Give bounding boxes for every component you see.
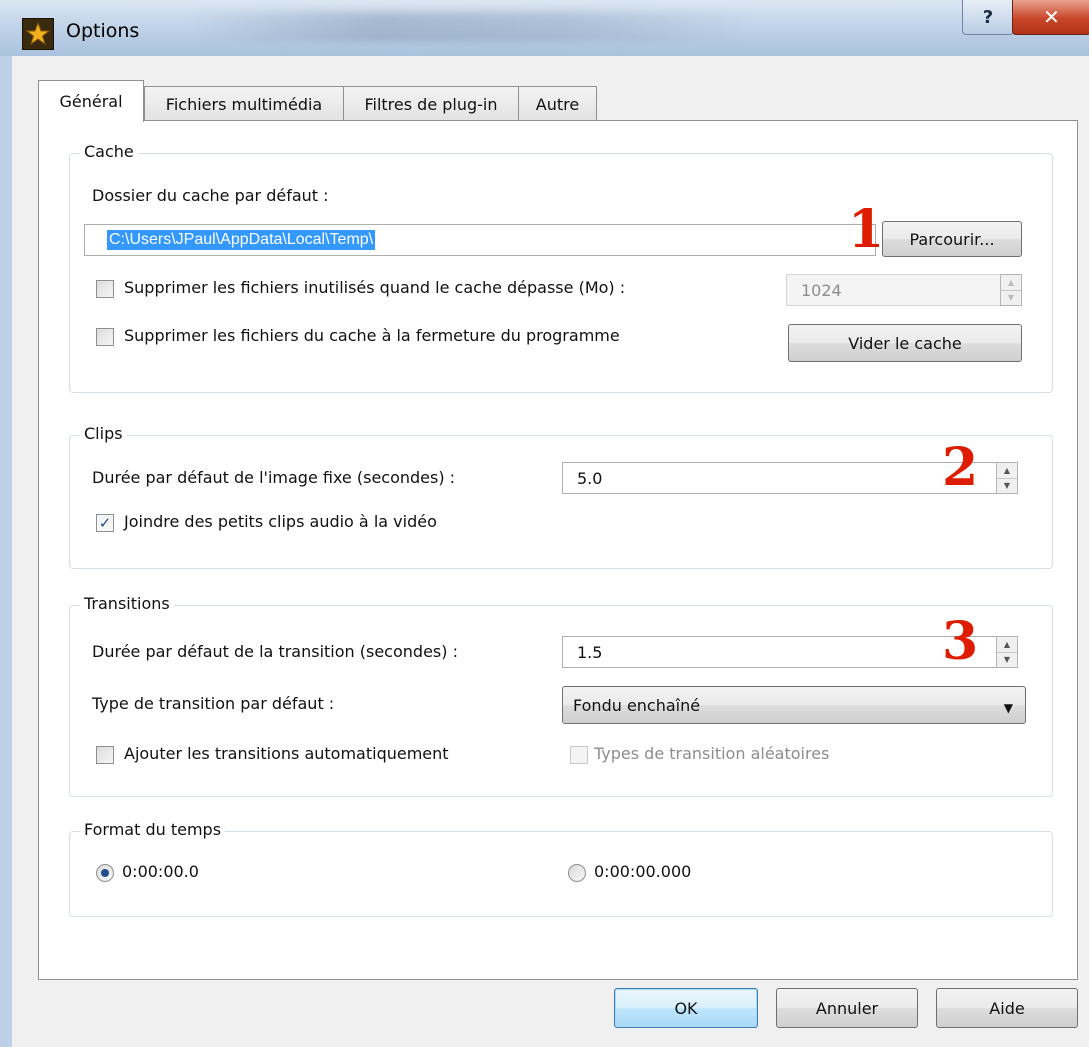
transition-type-value: Fondu enchaîné <box>573 695 701 715</box>
transitions-group-title: Transitions <box>80 594 174 613</box>
auto-transitions-label: Ajouter les transitions automatiquement <box>124 744 449 763</box>
app-star-icon <box>22 18 54 50</box>
time-format-option-2: 0:00:00.000 <box>594 862 692 881</box>
tab-plugin-filters[interactable]: Filtres de plug-in <box>343 86 519 121</box>
checkmark-icon: ✓ <box>98 513 112 532</box>
transitions-group: Transitions Durée par défaut de la trans… <box>69 594 1053 797</box>
spin-up-icon[interactable]: ▲ <box>1001 275 1021 291</box>
tab-general[interactable]: Général <box>38 80 144 122</box>
time-format-option-1: 0:00:00.0 <box>122 862 199 881</box>
clips-group: Clips Durée par défaut de l'image fixe (… <box>69 424 1053 569</box>
join-audio-checkbox[interactable]: ✓ <box>96 514 114 532</box>
cache-folder-input[interactable]: C:\Users\JPaul\AppData\Local\Temp\ <box>84 224 876 256</box>
title-bar-blur <box>190 12 750 42</box>
chevron-down-icon: ▼ <box>1003 701 1013 715</box>
close-icon: ✕ <box>1043 5 1060 29</box>
question-icon: ? <box>982 6 994 28</box>
spin-down-icon[interactable]: ▼ <box>997 652 1017 667</box>
tab-other[interactable]: Autre <box>518 86 597 121</box>
image-duration-input[interactable]: 5.0 <box>562 462 1000 494</box>
spin-down-icon[interactable]: ▼ <box>997 478 1017 493</box>
title-bar[interactable]: Options ? ✕ <box>0 0 1089 56</box>
image-duration-spinner[interactable]: ▲ ▼ <box>996 462 1018 494</box>
time-format-group: Format du temps 0:00:00.0 0:00:00.000 <box>69 820 1053 917</box>
clear-cache-button[interactable]: Vider le cache <box>788 324 1022 362</box>
delete-on-close-checkbox[interactable] <box>96 328 114 346</box>
cache-folder-label: Dossier du cache par défaut : <box>92 186 329 205</box>
clips-group-title: Clips <box>80 424 127 443</box>
cache-group-title: Cache <box>80 142 138 161</box>
radio-selected-icon <box>101 869 109 877</box>
transition-type-label: Type de transition par défaut : <box>92 694 335 713</box>
image-duration-label: Durée par défaut de l'image fixe (second… <box>92 468 456 487</box>
random-transitions-label: Types de transition aléatoires <box>594 744 830 763</box>
transition-type-select[interactable]: Fondu enchaîné ▼ <box>562 686 1026 724</box>
spin-down-icon[interactable]: ▼ <box>1001 290 1021 305</box>
browse-button[interactable]: Parcourir... <box>882 221 1022 257</box>
transition-duration-input[interactable]: 1.5 <box>562 636 1000 668</box>
help-titlebar-button[interactable]: ? <box>962 0 1014 35</box>
dialog-client-area: Général Fichiers multimédia Filtres de p… <box>12 56 1089 1047</box>
help-button[interactable]: Aide <box>936 988 1078 1028</box>
annotation-1: 1 <box>848 199 885 260</box>
annotation-3: 3 <box>942 611 979 672</box>
time-format-group-title: Format du temps <box>80 820 226 839</box>
cancel-button[interactable]: Annuler <box>776 988 918 1028</box>
window-title: Options <box>66 20 140 42</box>
annotation-2: 2 <box>942 437 979 498</box>
cache-folder-value: C:\Users\JPaul\AppData\Local\Temp\ <box>107 230 376 250</box>
transition-duration-spinner[interactable]: ▲ ▼ <box>996 636 1018 668</box>
close-button[interactable]: ✕ <box>1012 0 1089 35</box>
ok-button[interactable]: OK <box>614 988 758 1028</box>
join-audio-label: Joindre des petits clips audio à la vidé… <box>124 512 437 531</box>
random-transitions-checkbox[interactable] <box>570 746 588 764</box>
delete-unused-checkbox[interactable] <box>96 280 114 298</box>
cache-size-spinner[interactable]: ▲ ▼ <box>1000 274 1022 306</box>
spin-up-icon[interactable]: ▲ <box>997 463 1017 479</box>
time-format-radio-2[interactable] <box>568 864 586 882</box>
delete-on-close-label: Supprimer les fichiers du cache à la fer… <box>124 326 620 345</box>
spin-up-icon[interactable]: ▲ <box>997 637 1017 653</box>
delete-unused-label: Supprimer les fichiers inutilisés quand … <box>124 278 626 297</box>
auto-transitions-checkbox[interactable] <box>96 746 114 764</box>
tab-media-files[interactable]: Fichiers multimédia <box>144 86 344 121</box>
cache-group: Cache Dossier du cache par défaut : C:\U… <box>69 142 1053 393</box>
cache-size-input[interactable]: 1024 <box>786 274 1002 306</box>
options-dialog: Options ? ✕ Général Fichiers multimédia … <box>0 0 1089 1047</box>
transition-duration-label: Durée par défaut de la transition (secon… <box>92 642 458 661</box>
time-format-radio-1[interactable] <box>96 864 114 882</box>
tab-panel-general: Cache Dossier du cache par défaut : C:\U… <box>38 120 1078 980</box>
